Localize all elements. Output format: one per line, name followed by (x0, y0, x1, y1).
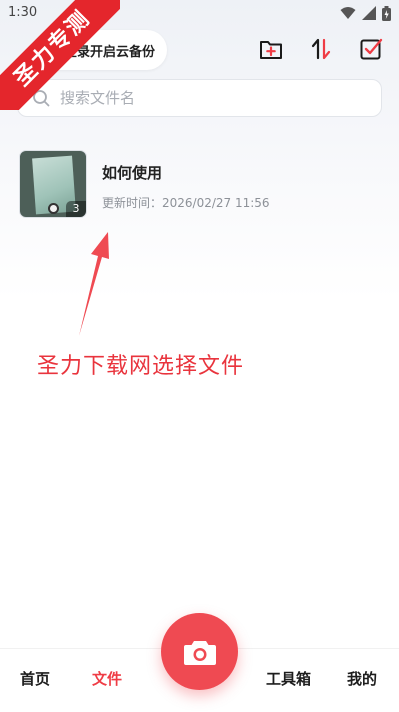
page-count-badge: 3 (66, 201, 86, 217)
search-icon (33, 90, 50, 107)
file-thumbnail: 3 (19, 150, 87, 218)
camera-shutter-preview (50, 205, 57, 212)
search-input[interactable] (58, 88, 342, 108)
select-icon[interactable] (359, 37, 383, 61)
battery-icon (382, 5, 391, 21)
nav-mine[interactable]: 我的 (347, 668, 377, 689)
camera-button[interactable] (161, 613, 238, 690)
new-folder-icon[interactable] (259, 37, 283, 61)
annotation-arrow (79, 232, 109, 336)
camera-icon (183, 640, 216, 665)
login-cloud-backup-button[interactable]: 登录开启云备份 (36, 30, 167, 70)
signal-icon (362, 6, 376, 20)
status-icons (340, 5, 391, 21)
file-name: 如何使用 (102, 164, 163, 182)
wifi-icon (340, 7, 356, 19)
nav-home[interactable]: 首页 (20, 668, 50, 689)
sort-icon[interactable] (309, 37, 333, 61)
nav-files[interactable]: 文件 (92, 668, 122, 689)
file-item[interactable]: 3 如何使用 更新时间：2026/02/27 11:56 (19, 150, 379, 220)
nav-toolbox[interactable]: 工具箱 (266, 668, 311, 689)
status-time: 1:30 (8, 5, 38, 20)
login-label: 登录开启云备份 (63, 44, 155, 60)
search-bar[interactable] (17, 79, 382, 117)
file-updated-time: 更新时间：2026/02/27 11:56 (102, 196, 270, 210)
annotation-text: 圣力下载网选择文件 (37, 354, 245, 379)
